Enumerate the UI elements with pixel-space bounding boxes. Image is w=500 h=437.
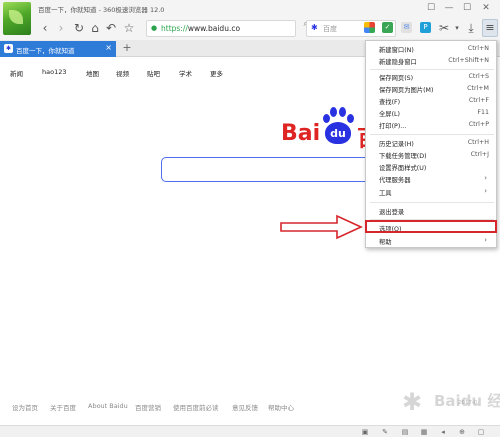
favorite-star-icon[interactable]: ☆ (122, 21, 136, 35)
toolbar: ‹ › ↻ ⌂ ↶ ☆ ● https://www.baidu.co ⌕ ✱ 百… (34, 18, 500, 40)
nav-link-map[interactable]: 地图 (86, 68, 99, 78)
nav-link-hao123[interactable]: hao123 (42, 68, 67, 76)
menu-item-tools[interactable]: 工具 › (366, 186, 496, 199)
logo-text-bai: Bai (281, 121, 321, 146)
watermark-paw-icon: ✱ (402, 388, 423, 416)
maximize-button[interactable]: ☐ (460, 2, 474, 14)
menu-separator (370, 134, 494, 135)
footer-link-about[interactable]: 关于百度 (50, 402, 76, 412)
chevron-down-icon[interactable]: ▾ (450, 21, 464, 35)
back-icon[interactable]: ‹ (38, 21, 52, 35)
apps-grid-icon[interactable] (364, 22, 375, 33)
nav-link-tieba[interactable]: 贴吧 (147, 68, 160, 78)
nav-link-xueshu[interactable]: 学术 (179, 68, 192, 78)
close-window-button[interactable]: ✕ (479, 2, 493, 14)
refresh-icon[interactable]: ↻ (72, 21, 86, 35)
address-bar[interactable]: ● https://www.baidu.co (146, 20, 296, 37)
nav-link-news[interactable]: 新闻 (10, 68, 23, 78)
main-menu-dropdown: 新建窗口(N) Ctrl+N 新建隐身窗口 Ctrl+Shift+N 保存网页(S)… (365, 40, 497, 248)
title-bar: 百度一下，你就知道 - 360极速浏览器 12.0 ☐ — ☐ ✕ ‹ › ↻ … (0, 0, 500, 40)
baidu-favicon-icon: ✱ (4, 44, 13, 53)
chevron-right-icon: › (484, 236, 487, 244)
options-highlight-box (365, 220, 497, 233)
menu-item-print[interactable]: 打印(P)... Ctrl+P (366, 119, 496, 132)
image-icon[interactable]: ▤ (400, 427, 410, 437)
lock-icon: ● (151, 24, 158, 32)
new-tab-button[interactable]: + (120, 40, 134, 56)
status-bar: ▣ ✎ ▤ ▦ ◂ ⊕ ▢ (0, 425, 500, 437)
menu-item-help[interactable]: 帮助 › (366, 235, 496, 248)
tab-label: 百度一下，你就知道 (16, 47, 75, 55)
forward-icon[interactable]: › (54, 21, 68, 35)
nav-link-video[interactable]: 视频 (116, 68, 129, 78)
menu-item-logout[interactable]: 退出登录 (366, 205, 496, 218)
scissors-icon[interactable]: ✂ (437, 21, 451, 35)
footer-link-help[interactable]: 帮助中心 (268, 402, 294, 412)
paw-icon: du (321, 106, 355, 144)
footer-link-marketing[interactable]: 百度营销 (135, 402, 161, 412)
window-icon[interactable]: ▢ (476, 427, 486, 437)
footer-link-feedback[interactable]: 意见反馈 (232, 402, 258, 412)
minimize-button[interactable]: — (442, 2, 456, 14)
speaker-icon[interactable]: ◂ (438, 427, 448, 437)
menu-item-proxy[interactable]: 代理服务器 › (366, 173, 496, 186)
zoom-icon[interactable]: ⊕ (457, 427, 467, 437)
search-input[interactable] (161, 157, 381, 182)
nav-link-more[interactable]: 更多 (210, 68, 223, 78)
baidu-logo: Bai du 百 (281, 103, 379, 152)
chevron-right-icon: › (484, 187, 487, 195)
footer-link-terms[interactable]: 使用百度前必读 (173, 402, 219, 412)
undo-close-icon[interactable]: ↶ (104, 21, 118, 35)
footer: 设为首页 关于百度 About Baidu 百度营销 使用百度前必读 意见反馈 … (0, 402, 360, 412)
menu-separator (370, 202, 494, 203)
skin-icon[interactable]: ☐ (424, 2, 438, 14)
window-title: 百度一下，你就知道 - 360极速浏览器 12.0 (38, 6, 165, 14)
extension-p-icon[interactable]: P (420, 22, 431, 33)
tab-baidu[interactable]: ✱ 百度一下，你就知道 × (0, 41, 116, 57)
search-engine-name: 百度 (323, 25, 337, 33)
footer-link-set-home[interactable]: 设为首页 (12, 402, 38, 412)
footer-link-about-en[interactable]: About Baidu (88, 402, 128, 410)
annotation-arrow (280, 214, 363, 240)
baidu-paw-icon: ✱ (311, 23, 318, 32)
home-icon[interactable]: ⌂ (88, 21, 102, 35)
menu-separator (370, 69, 494, 70)
security-shield-icon[interactable]: ✓ (382, 22, 393, 33)
tab-close-icon[interactable]: × (105, 43, 112, 52)
chevron-right-icon: › (484, 174, 487, 182)
browser-logo-thumbnail (3, 2, 31, 35)
url-text: https://www.baidu.co (161, 24, 241, 33)
video-icon[interactable]: ▦ (419, 427, 429, 437)
main-menu-button[interactable]: ≡ (482, 19, 498, 37)
download-icon[interactable]: ⤓ (464, 21, 478, 35)
clean-icon[interactable]: ✎ (380, 427, 390, 437)
menu-item-incognito[interactable]: 新建隐身窗口 Ctrl+Shift+N (366, 55, 496, 68)
screenshot-icon[interactable]: ▣ (360, 427, 370, 437)
watermark: ✱ Baidu 经验 2017-0 (402, 388, 500, 416)
mail-icon[interactable]: ✉ (401, 22, 412, 33)
